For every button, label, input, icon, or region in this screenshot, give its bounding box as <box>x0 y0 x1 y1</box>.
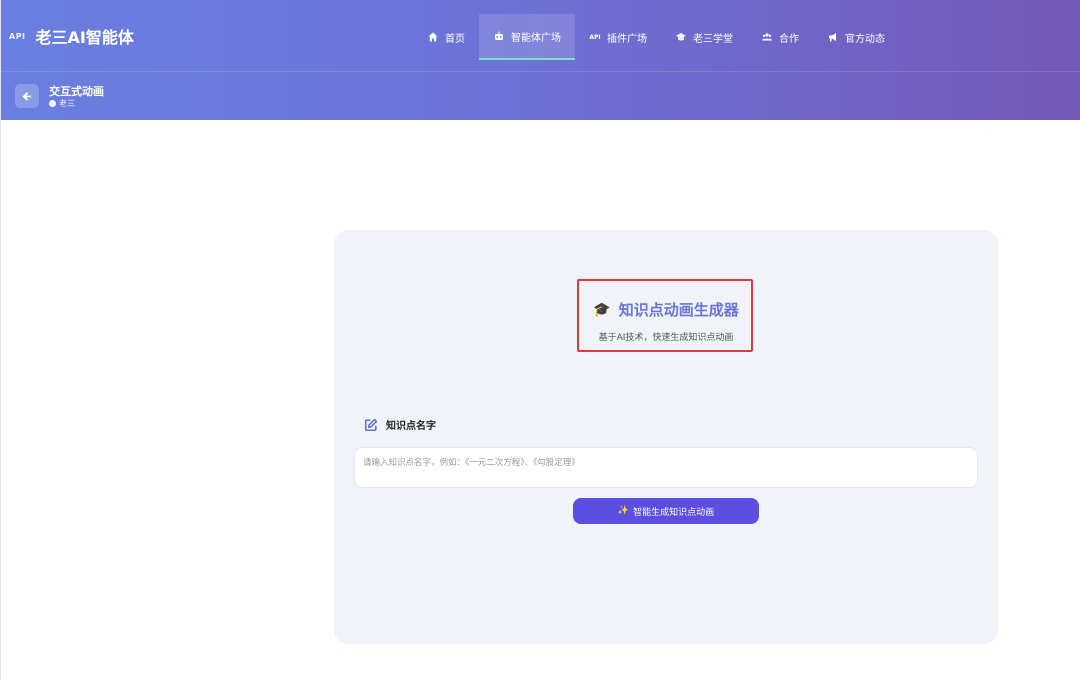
nav-label: 老三学堂 <box>693 33 733 45</box>
graduation-cap-icon <box>675 31 687 43</box>
sub-header: 交互式动画 老三 <box>1 72 1080 120</box>
nav-item-news[interactable]: 官方动态 <box>813 14 899 60</box>
nav-label: 首页 <box>445 33 465 45</box>
brand[interactable]: API 老三AI智能体 <box>9 24 134 48</box>
generate-button[interactable]: ✨ 智能生成知识点动画 <box>573 498 759 524</box>
page: API 老三AI智能体 首页 智能体广场 API 插件广场 老三学堂 合作 官方… <box>0 0 1080 680</box>
user-icon <box>49 100 56 107</box>
nav-label: 智能体广场 <box>511 32 561 44</box>
sparkles-icon: ✨ <box>617 506 630 516</box>
generator-card: 🎓 知识点动画生成器 基于AI技术，快速生成知识点动画 知识点名字 ✨ 智能生成… <box>334 230 998 644</box>
generator-title: 🎓 知识点动画生成器 <box>334 299 998 320</box>
generator-title-text: 知识点动画生成器 <box>618 301 739 319</box>
arrow-left-icon <box>22 91 31 101</box>
nav-item-home[interactable]: 首页 <box>413 14 479 60</box>
graduation-cap-icon: 🎓 <box>593 301 611 318</box>
generator-subtitle: 基于AI技术，快速生成知识点动画 <box>598 333 734 343</box>
nav-label: 合作 <box>779 33 799 45</box>
app-title: 老三AI智能体 <box>35 28 134 47</box>
nav-item-cooperation[interactable]: 合作 <box>747 14 813 60</box>
nav-item-plugin-square[interactable]: API 插件广场 <box>575 14 661 60</box>
author-info: 老三 <box>49 98 75 109</box>
api-logo-icon: API <box>9 31 26 41</box>
nav-item-agent-square[interactable]: 智能体广场 <box>479 14 575 60</box>
field-label-text: 知识点名字 <box>386 421 436 432</box>
back-button[interactable] <box>15 84 39 108</box>
knowledge-point-input[interactable] <box>354 447 978 488</box>
robot-icon <box>493 30 505 42</box>
api-icon: API <box>589 33 601 41</box>
top-nav-bar: API 老三AI智能体 首页 智能体广场 API 插件广场 老三学堂 合作 官方… <box>1 0 1080 72</box>
main-nav: 首页 智能体广场 API 插件广场 老三学堂 合作 官方动态 <box>413 14 899 60</box>
generate-button-label: 智能生成知识点动画 <box>633 507 715 518</box>
header: API 老三AI智能体 首页 智能体广场 API 插件广场 老三学堂 合作 官方… <box>1 0 1080 120</box>
page-title: 交互式动画 <box>49 85 104 98</box>
nav-label: 官方动态 <box>845 33 885 45</box>
author-name: 老三 <box>59 99 75 108</box>
edit-icon <box>364 417 378 431</box>
nav-item-school[interactable]: 老三学堂 <box>661 14 747 60</box>
home-icon <box>427 31 439 43</box>
nav-label: 插件广场 <box>607 33 647 45</box>
field-label: 知识点名字 <box>364 417 436 432</box>
users-icon <box>761 31 773 43</box>
bullhorn-icon <box>827 31 839 43</box>
